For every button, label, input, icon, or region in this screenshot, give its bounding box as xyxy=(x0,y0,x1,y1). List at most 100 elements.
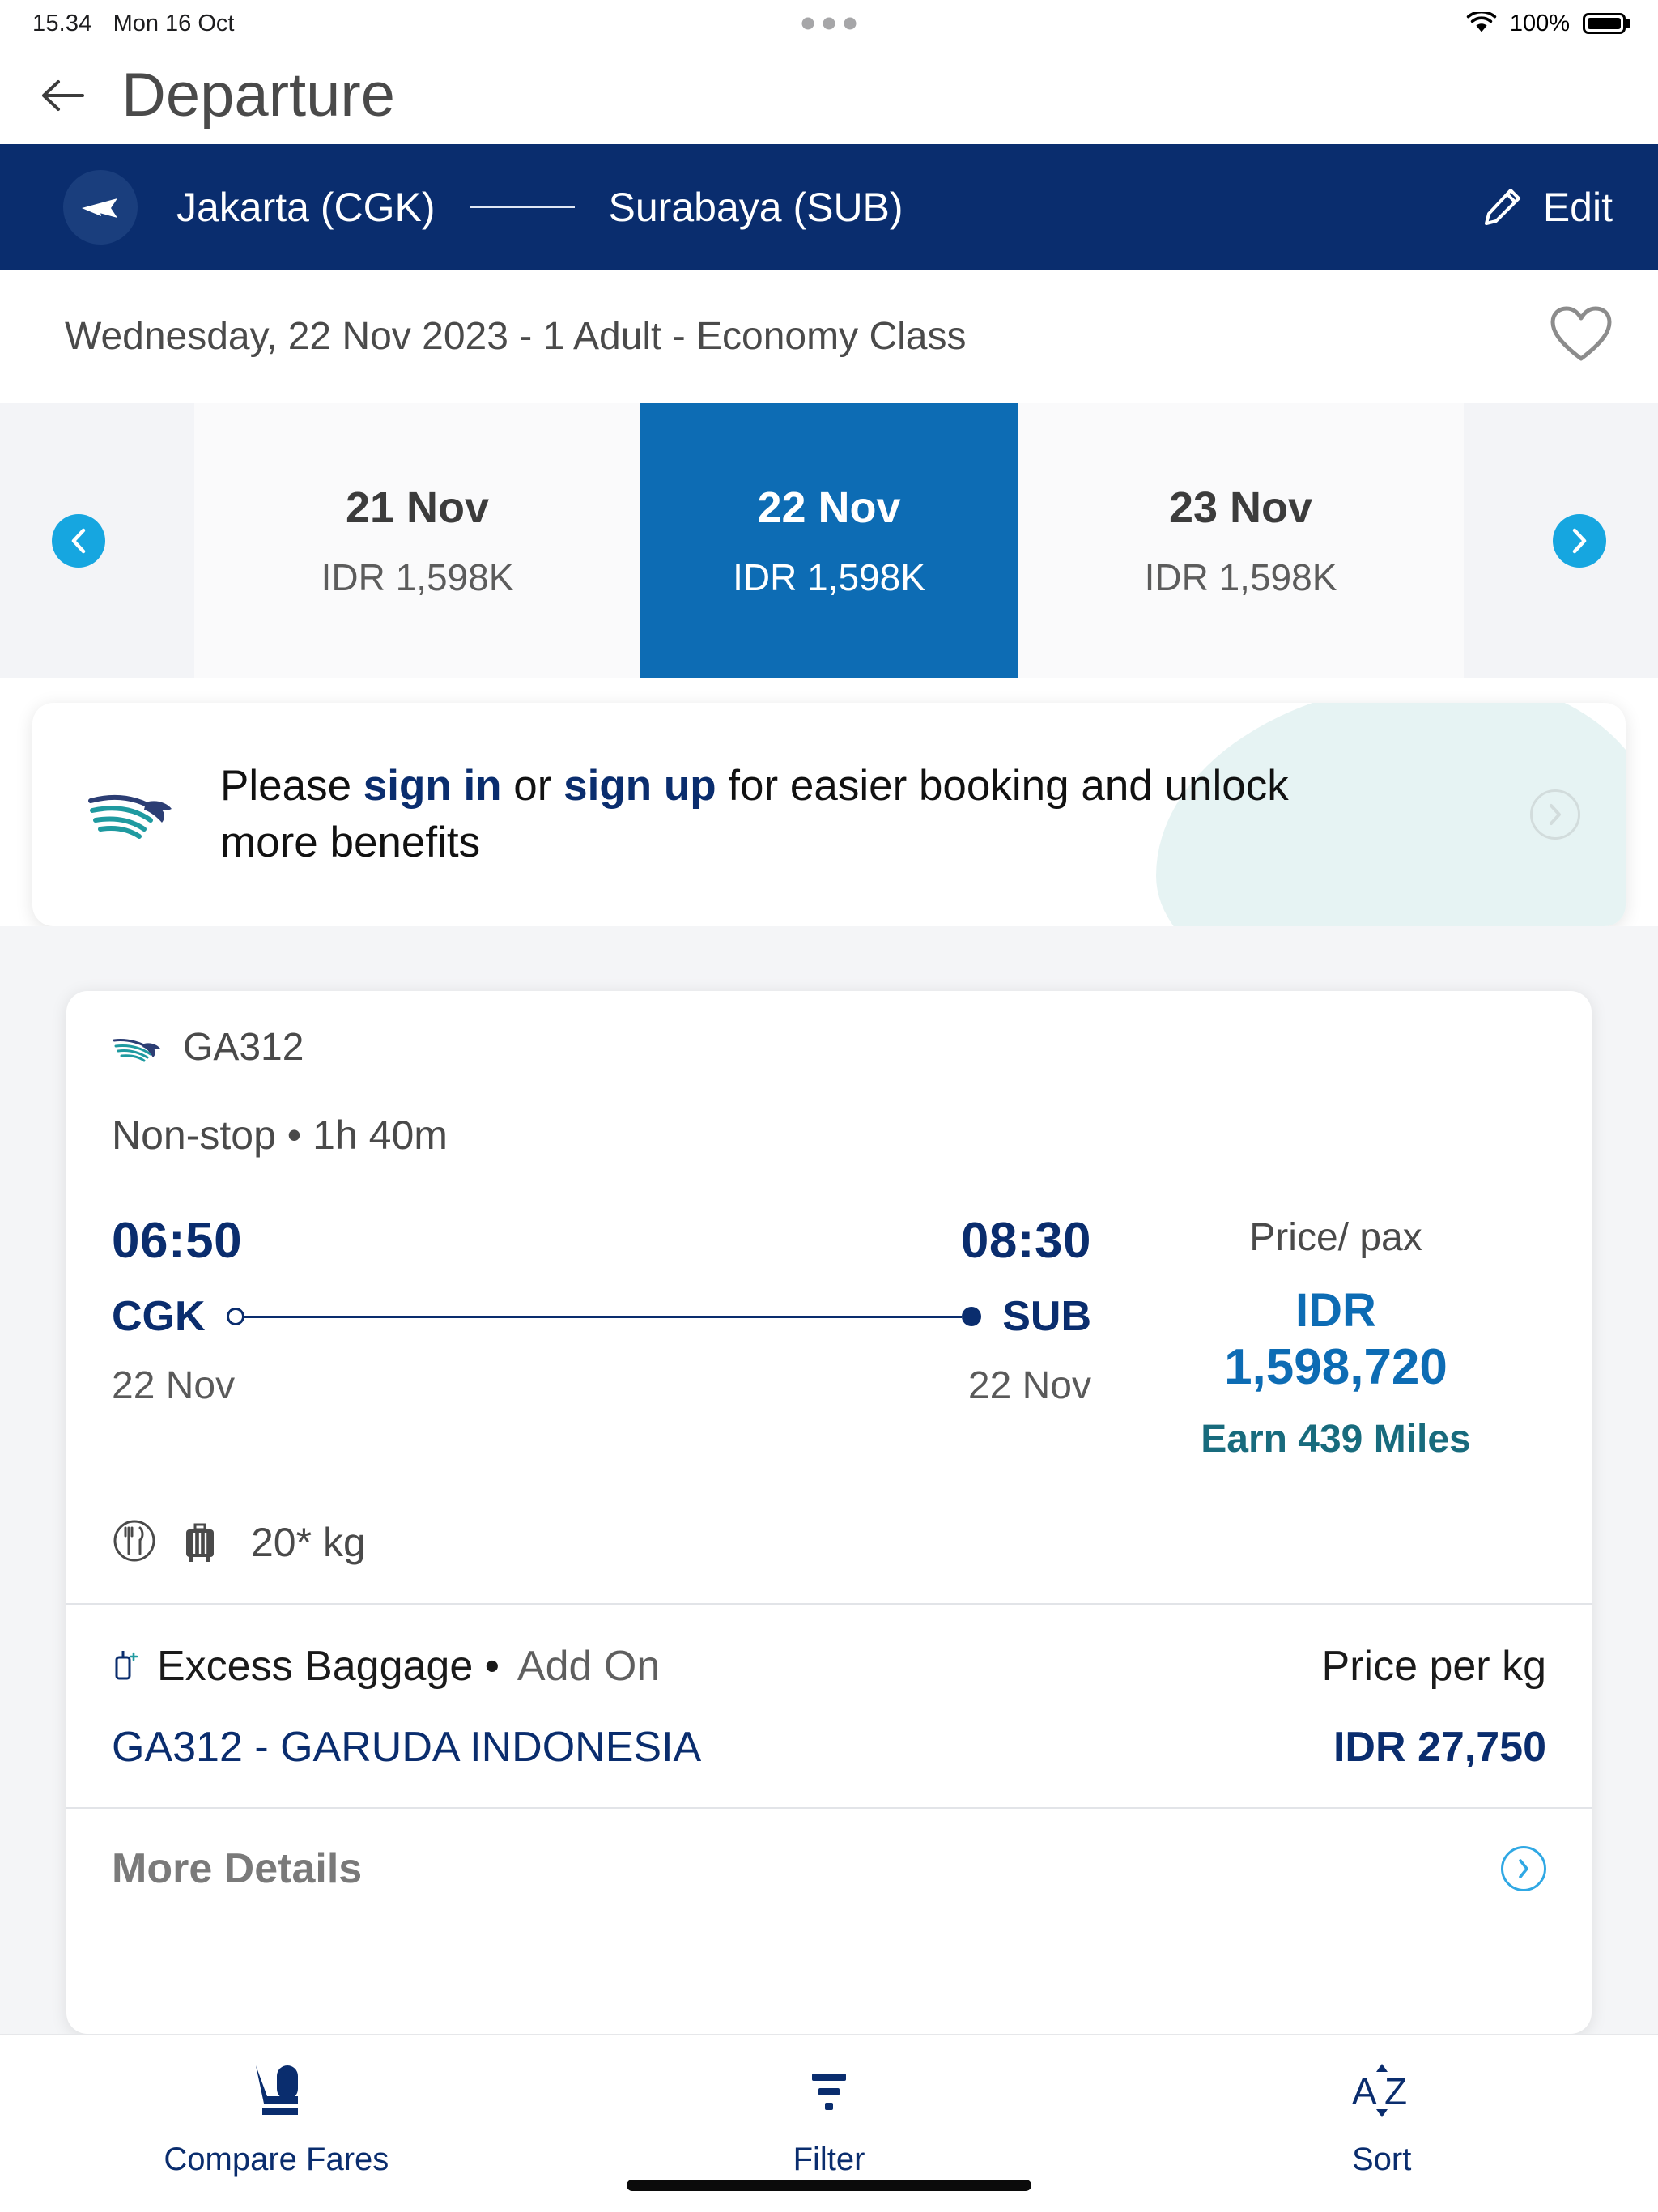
date-cell-2[interactable]: 23 Nov IDR 1,598K xyxy=(1018,403,1464,678)
price-currency: IDR xyxy=(1295,1284,1376,1337)
origin-dot-icon xyxy=(226,1308,244,1325)
bottom-nav: Compare Fares Filter A Z Sort xyxy=(0,2034,1658,2212)
date-cell-day: 22 Nov xyxy=(757,483,901,532)
home-indicator xyxy=(627,2180,1031,2191)
price-label: Price/ pax xyxy=(1249,1216,1422,1259)
flight-results-zone: GA312 Non-stop • 1h 40m 06:50 08:30 CGK xyxy=(0,926,1658,2034)
status-right-cluster: 100% xyxy=(1466,11,1626,37)
earn-miles: Earn 439 Miles xyxy=(1201,1417,1471,1461)
svg-text:A: A xyxy=(1352,2070,1377,2112)
flight-dates-row: 22 Nov 22 Nov xyxy=(112,1363,1091,1408)
flight-card[interactable]: GA312 Non-stop • 1h 40m 06:50 08:30 CGK xyxy=(66,991,1592,2034)
page-title: Departure xyxy=(121,61,395,130)
flight-card-body: 06:50 08:30 CGK SUB 22 Nov 22 Nov Price/… xyxy=(112,1212,1546,1461)
suitcase-icon xyxy=(181,1518,219,1568)
battery-full-icon xyxy=(1583,13,1626,34)
baggage-add-icon xyxy=(115,1650,138,1680)
excess-airline-price: IDR 27,750 xyxy=(1333,1723,1546,1771)
heart-outline-icon[interactable] xyxy=(1550,305,1613,368)
flight-card-header: GA312 xyxy=(112,1025,1546,1070)
signin-link[interactable]: sign in xyxy=(363,762,502,810)
date-cell-day: 21 Nov xyxy=(345,483,490,532)
price-amount: 1,598,720 xyxy=(1224,1338,1448,1395)
excess-baggage-addon: Add On xyxy=(517,1642,661,1690)
signin-banner-text: Please sign in or sign up for easier boo… xyxy=(220,758,1370,871)
route-line-segment xyxy=(244,1315,963,1318)
garuda-logo-icon xyxy=(87,778,178,852)
chevron-right-circle-icon xyxy=(1550,804,1561,825)
date-next-button[interactable] xyxy=(1553,514,1606,568)
chevron-right-circle-icon xyxy=(1519,1859,1528,1878)
svg-text:Z: Z xyxy=(1384,2070,1407,2112)
bottom-nav-label: Sort xyxy=(1352,2142,1412,2177)
route-line xyxy=(226,1307,982,1326)
bottom-nav-sort[interactable]: A Z Sort xyxy=(1105,2061,1658,2178)
signup-link[interactable]: sign up xyxy=(563,762,716,810)
flight-price-block: Price/ pax IDR 1,598,720 Earn 439 Miles xyxy=(1125,1212,1546,1461)
depart-date: 22 Nov xyxy=(112,1364,236,1407)
banner-text-2: or xyxy=(501,762,564,810)
route-bar: Jakarta (CGK) Surabaya (SUB) Edit xyxy=(0,144,1658,270)
wifi-icon xyxy=(1466,12,1497,32)
depart-time: 06:50 xyxy=(112,1213,243,1269)
route-summary: Jakarta (CGK) Surabaya (SUB) xyxy=(176,184,903,231)
baggage-allowance: 20* kg xyxy=(251,1520,366,1566)
airplane-icon xyxy=(63,169,138,245)
status-date: Mon 16 Oct xyxy=(113,10,235,36)
edit-label: Edit xyxy=(1542,184,1613,230)
date-cell-price: IDR 1,598K xyxy=(321,556,514,598)
bottom-nav-compare-fares[interactable]: Compare Fares xyxy=(0,2061,553,2178)
back-arrow-icon[interactable] xyxy=(37,70,87,121)
date-strip-track: 21 Nov IDR 1,598K 22 Nov IDR 1,598K 23 N… xyxy=(0,403,1658,678)
bottom-nav-label: Compare Fares xyxy=(164,2142,389,2177)
signin-banner-wrapper: Please sign in or sign up for easier boo… xyxy=(0,678,1658,926)
excess-baggage-row[interactable]: Excess Baggage • Add On Price per kg xyxy=(112,1605,1546,1691)
depart-airport-code: CGK xyxy=(112,1293,206,1340)
route-origin: Jakarta (CGK) xyxy=(176,184,436,230)
flight-codes-row: CGK SUB xyxy=(112,1292,1091,1341)
pencil-icon xyxy=(1484,188,1520,225)
chevron-right-icon xyxy=(1572,528,1587,554)
page-header: Departure xyxy=(0,47,1658,144)
filter-icon xyxy=(812,2074,846,2110)
banner-text-1: Please xyxy=(220,762,363,810)
bottom-nav-label: Filter xyxy=(793,2142,865,2177)
meal-icon xyxy=(112,1518,157,1568)
price-per-kg-label: Price per kg xyxy=(1321,1642,1546,1690)
date-cell-day: 23 Nov xyxy=(1168,483,1313,532)
date-prev-button[interactable] xyxy=(52,514,105,568)
status-time: 15.34 xyxy=(32,10,92,36)
bottom-nav-filter[interactable]: Filter xyxy=(553,2061,1106,2178)
excess-airline-name: GA312 - GARUDA INDONESIA xyxy=(112,1723,702,1771)
more-details-button[interactable] xyxy=(1501,1845,1546,1891)
search-summary-row[interactable]: Wednesday, 22 Nov 2023 - 1 Adult - Econo… xyxy=(0,270,1658,403)
route-dash xyxy=(469,206,575,208)
banner-chevron-button[interactable] xyxy=(1530,789,1580,840)
chevron-left-icon xyxy=(71,528,86,554)
ellipsis-icon xyxy=(801,17,857,30)
more-details-label: More Details xyxy=(112,1844,363,1892)
date-cell-0[interactable]: 21 Nov IDR 1,598K xyxy=(194,403,640,678)
route-destination: Surabaya (SUB) xyxy=(608,184,903,230)
excess-baggage-airline-row[interactable]: GA312 - GARUDA INDONESIA IDR 27,750 xyxy=(112,1723,1546,1772)
more-details-row[interactable]: More Details xyxy=(112,1809,1546,1893)
arrive-date: 22 Nov xyxy=(967,1364,1091,1407)
amenities-row: 20* kg xyxy=(112,1518,1546,1603)
date-cell-1[interactable]: 22 Nov IDR 1,598K xyxy=(640,403,1018,678)
destination-dot-icon xyxy=(962,1307,982,1326)
app-root: 15.34 Mon 16 Oct 100% Departure Jakarta … xyxy=(0,0,1658,2212)
arrive-time: 08:30 xyxy=(960,1213,1091,1269)
excess-baggage-left: Excess Baggage • Add On xyxy=(112,1642,660,1691)
flight-subtitle: Non-stop • 1h 40m xyxy=(112,1112,448,1158)
battery-percent: 100% xyxy=(1509,10,1570,36)
signin-banner[interactable]: Please sign in or sign up for easier boo… xyxy=(32,703,1626,926)
flight-number: GA312 xyxy=(183,1026,304,1069)
date-cell-price: IDR 1,598K xyxy=(733,556,925,598)
date-cell-price: IDR 1,598K xyxy=(1144,556,1337,598)
sort-az-icon: A Z xyxy=(1352,2064,1407,2117)
date-strip[interactable]: 21 Nov IDR 1,598K 22 Nov IDR 1,598K 23 N… xyxy=(0,403,1658,678)
arrive-airport-code: SUB xyxy=(1002,1293,1091,1340)
edit-button[interactable]: Edit xyxy=(1482,184,1613,231)
excess-baggage-label: Excess Baggage • xyxy=(157,1642,500,1690)
flight-times-row: 06:50 08:30 xyxy=(112,1212,1091,1270)
